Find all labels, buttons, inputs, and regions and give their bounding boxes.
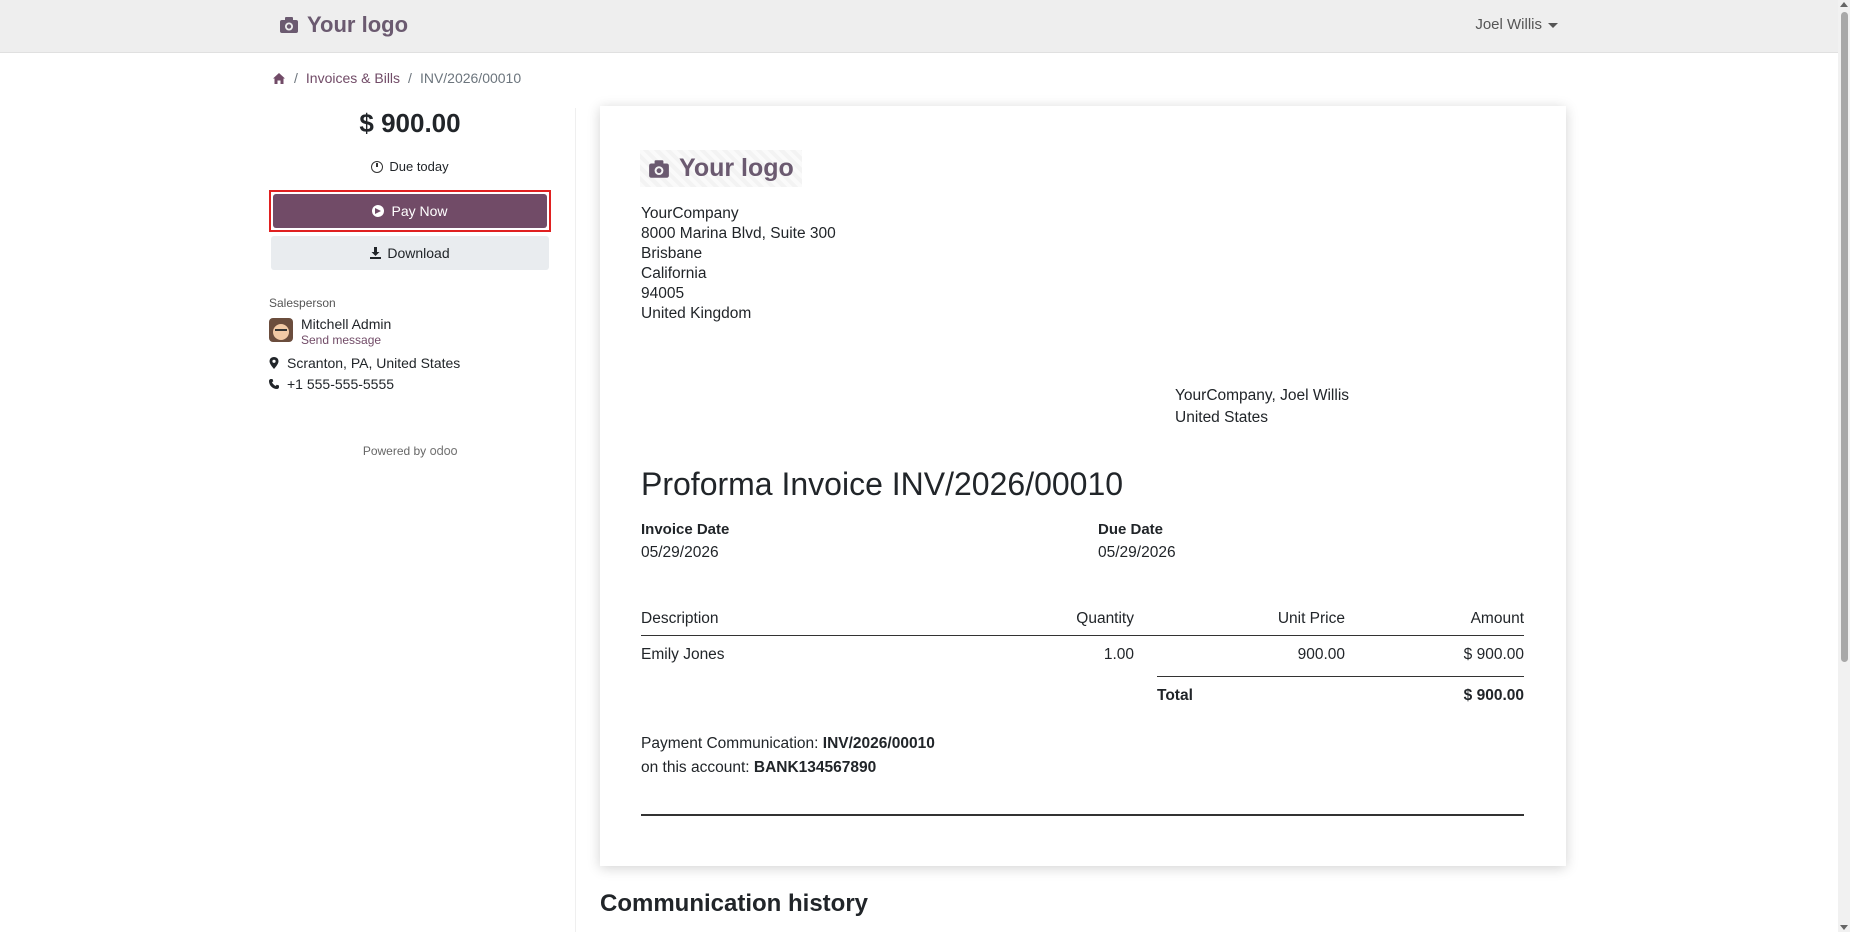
salesperson-card: Mitchell Admin Send message — [269, 316, 551, 347]
breadcrumb-separator: / — [294, 70, 298, 86]
scroll-up-arrow-icon[interactable] — [1840, 2, 1848, 7]
map-marker-icon — [269, 357, 279, 369]
camera-icon — [649, 159, 669, 178]
document-footer-divider — [641, 814, 1524, 816]
account-value: BANK134567890 — [753, 759, 877, 776]
customer-line: United States — [1175, 409, 1269, 426]
payment-communication: Payment Communication: INV/2026/00010 on… — [641, 732, 935, 780]
company-address: YourCompany 8000 Marina Blvd, Suite 300 … — [641, 204, 836, 324]
due-date-block: Due Date 05/29/2026 — [1098, 521, 1176, 562]
table-header: Description Quantity Unit Price Amount — [641, 600, 1524, 636]
send-message-link[interactable]: Send message — [301, 333, 391, 347]
column-amount: Amount — [1470, 610, 1524, 627]
company-line: 94005 — [641, 285, 685, 302]
total-value: $ 900.00 — [1463, 687, 1524, 704]
payment-communication-line: Payment Communication: INV/2026/00010 — [641, 732, 935, 756]
navbar-logo-text: Your logo — [307, 12, 409, 37]
salesperson-name: Mitchell Admin — [301, 316, 392, 332]
payment-communication-label: Payment Communication: — [641, 735, 819, 752]
download-icon — [370, 247, 382, 259]
salesperson-phone: +1 555-555-5555 — [269, 376, 551, 392]
odoo-logo[interactable]: odoo — [430, 444, 458, 458]
communication-history-title: Communication history — [600, 890, 869, 917]
invoice-date-label: Invoice Date — [641, 521, 730, 538]
invoice-sidebar: $ 900.00 Due today Pay Now Download Sale… — [269, 100, 551, 458]
top-navbar: Your logo Joel Willis — [0, 0, 1838, 53]
scrollbar-thumb[interactable] — [1841, 12, 1848, 662]
navbar-logo[interactable]: Your logo — [279, 12, 408, 38]
phone-text: +1 555-555-5555 — [287, 376, 395, 392]
due-status: Due today — [269, 159, 551, 174]
camera-icon — [280, 17, 298, 33]
column-unit-price: Unit Price — [1277, 610, 1345, 627]
invoice-date-block: Invoice Date 05/29/2026 — [641, 521, 729, 562]
pay-now-button[interactable]: Pay Now — [273, 194, 547, 228]
download-label: Download — [387, 245, 450, 261]
total-label: Total — [1157, 687, 1193, 704]
user-name: Joel Willis — [1475, 16, 1542, 33]
powered-by: Powered by odoo — [269, 444, 551, 458]
clock-icon — [371, 160, 384, 173]
due-date-value: 05/29/2026 — [1098, 544, 1176, 561]
pay-now-label: Pay Now — [391, 203, 448, 219]
invoice-lines-table: Description Quantity Unit Price Amount E… — [641, 600, 1524, 704]
arrow-circle-right-icon — [372, 205, 385, 217]
company-line: YourCompany — [641, 205, 739, 222]
payment-communication-value: INV/2026/00010 — [822, 735, 935, 752]
line-quantity: 1.00 — [1103, 646, 1134, 663]
salesperson-location: Scranton, PA, United States — [269, 355, 551, 371]
caret-down-icon — [1548, 23, 1558, 28]
salesperson-avatar — [269, 318, 293, 342]
company-line: Brisbane — [641, 245, 703, 262]
sidebar-divider — [575, 108, 576, 932]
user-menu-dropdown[interactable]: Joel Willis — [1475, 16, 1558, 33]
company-line: United Kingdom — [641, 305, 752, 322]
scroll-down-arrow-icon[interactable] — [1840, 925, 1848, 930]
total-row: Total $ 900.00 — [1157, 676, 1524, 716]
account-label: on this account: — [641, 759, 750, 776]
invoice-logo: Your logo — [640, 150, 802, 187]
line-unit-price: 900.00 — [1297, 646, 1345, 663]
salesperson-label: Salesperson — [269, 296, 336, 310]
line-amount: $ 900.00 — [1463, 646, 1524, 663]
customer-address: YourCompany, Joel Willis United States — [1175, 385, 1349, 429]
account-line: on this account: BANK134567890 — [641, 756, 935, 780]
company-line: 8000 Marina Blvd, Suite 300 — [641, 225, 836, 242]
download-button[interactable]: Download — [271, 236, 549, 270]
table-row: Emily Jones 1.00 900.00 $ 900.00 — [641, 636, 1524, 676]
customer-line: YourCompany, Joel Willis — [1175, 387, 1350, 404]
vertical-scrollbar[interactable] — [1838, 0, 1850, 932]
invoice-document: Your logo YourCompany 8000 Marina Blvd, … — [600, 106, 1566, 866]
column-quantity: Quantity — [1076, 610, 1134, 627]
invoice-logo-text: Your logo — [679, 154, 794, 182]
invoice-date-value: 05/29/2026 — [641, 544, 719, 561]
breadcrumb-invoices-bills[interactable]: Invoices & Bills — [306, 70, 400, 86]
home-icon[interactable] — [272, 72, 286, 85]
breadcrumb-separator: / — [408, 70, 412, 86]
amount-due: $ 900.00 — [359, 108, 461, 138]
powered-by-label: Powered by — [362, 444, 427, 458]
due-date-label: Due Date — [1098, 521, 1164, 538]
location-text: Scranton, PA, United States — [287, 355, 461, 371]
column-description: Description — [641, 610, 719, 627]
pay-now-highlight: Pay Now — [269, 190, 551, 232]
breadcrumb-current: INV/2026/00010 — [419, 70, 522, 86]
breadcrumb: / Invoices & Bills / INV/2026/00010 — [272, 70, 521, 86]
invoice-title: Proforma Invoice INV/2026/00010 — [641, 466, 1124, 502]
phone-icon — [269, 379, 279, 389]
line-description: Emily Jones — [641, 646, 725, 663]
due-text: Due today — [389, 159, 449, 174]
company-line: California — [641, 265, 707, 282]
